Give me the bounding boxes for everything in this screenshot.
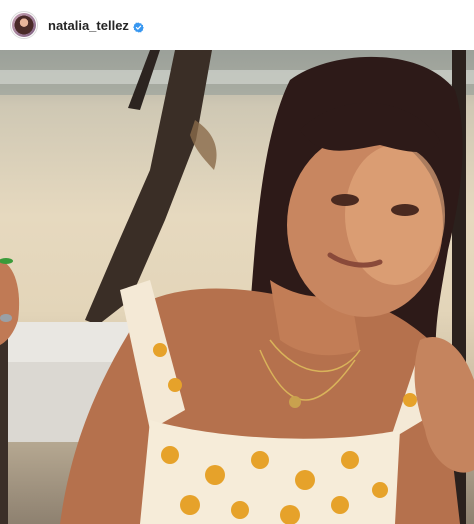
post-header: natalia_tellez — [0, 0, 474, 50]
nail-polish — [0, 258, 13, 264]
verified-badge-icon — [133, 20, 144, 33]
eye-right — [391, 204, 419, 216]
post-photo[interactable] — [0, 50, 474, 524]
avatar[interactable] — [10, 11, 38, 39]
ring — [0, 314, 12, 322]
necklace-pendant — [289, 396, 301, 408]
photo-illustration — [0, 50, 474, 524]
avatar-image — [12, 13, 36, 37]
username-link[interactable]: natalia_tellez — [48, 18, 129, 33]
eye-left — [331, 194, 359, 206]
